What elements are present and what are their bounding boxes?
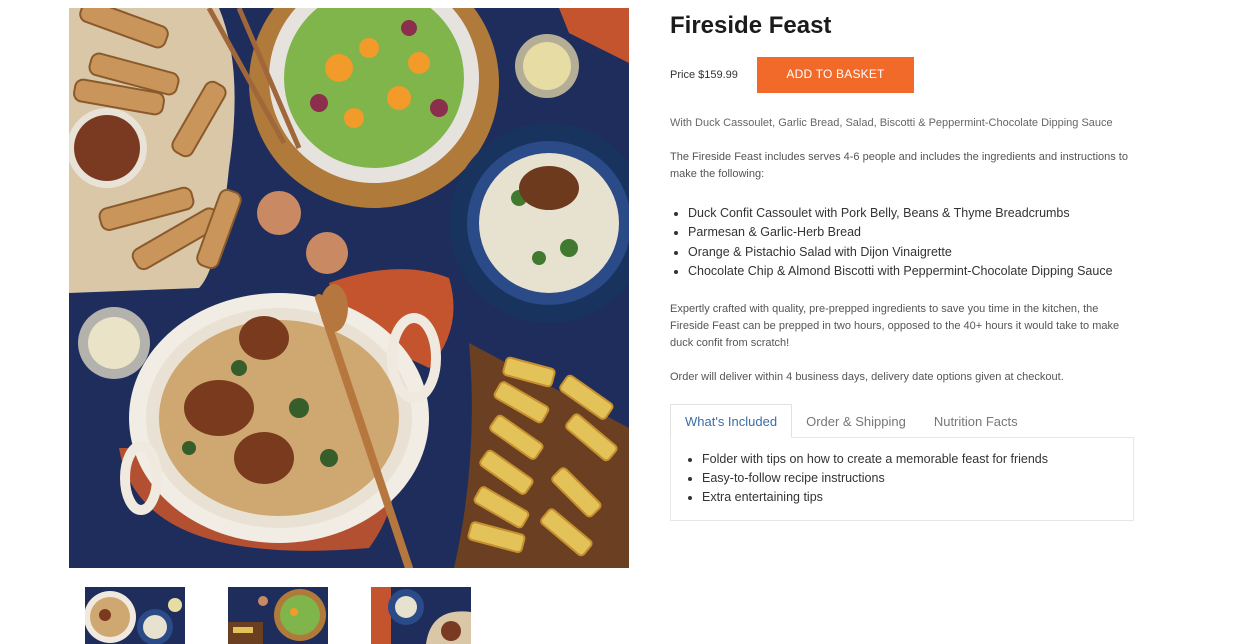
tab-bar: What's Included Order & Shipping Nutriti… (670, 404, 1134, 438)
list-item: Orange & Pistachio Salad with Dijon Vina… (688, 243, 1140, 262)
list-item: Chocolate Chip & Almond Biscotti with Pe… (688, 262, 1140, 281)
add-to-basket-button[interactable]: ADD TO BASKET (757, 57, 914, 93)
list-item: Extra entertaining tips (702, 488, 1133, 507)
thumbnail-3[interactable] (371, 587, 471, 644)
product-title: Fireside Feast (670, 12, 832, 39)
list-item: Parmesan & Garlic-Herb Bread (688, 223, 1140, 242)
list-item: Easy-to-follow recipe instructions (702, 469, 1133, 488)
product-details: Fireside Feast Price $159.99 ADD TO BASK… (670, 8, 1140, 386)
product-subtitle: With Duck Cassoulet, Garlic Bread, Salad… (670, 117, 1113, 129)
delivery-note: Order will deliver within 4 business day… (670, 371, 1064, 384)
list-item: Duck Confit Cassoulet with Pork Belly, B… (688, 204, 1140, 223)
thumbnail-1[interactable] (85, 587, 185, 644)
product-description: Expertly crafted with quality, pre-prepp… (670, 303, 1120, 350)
price-row: Price $159.99 ADD TO BASKET (670, 57, 1140, 93)
thumbnail-strip (85, 587, 471, 644)
list-item: Folder with tips on how to create a memo… (702, 450, 1133, 469)
tab-whats-included[interactable]: What's Included (670, 404, 793, 438)
tab-nutrition-facts[interactable]: Nutrition Facts (920, 404, 1032, 438)
thumbnail-2[interactable] (228, 587, 328, 644)
product-intro: The Fireside Feast includes serves 4-6 p… (670, 151, 1128, 180)
menu-items-list: Duck Confit Cassoulet with Pork Belly, B… (670, 204, 1140, 281)
product-price: Price $159.99 (670, 69, 738, 81)
info-tabs: What's Included Order & Shipping Nutriti… (670, 404, 1134, 521)
product-main-image (69, 8, 629, 568)
included-list: Folder with tips on how to create a memo… (684, 450, 1133, 507)
tab-order-shipping[interactable]: Order & Shipping (792, 404, 920, 438)
tab-panel-whats-included: Folder with tips on how to create a memo… (670, 437, 1134, 521)
